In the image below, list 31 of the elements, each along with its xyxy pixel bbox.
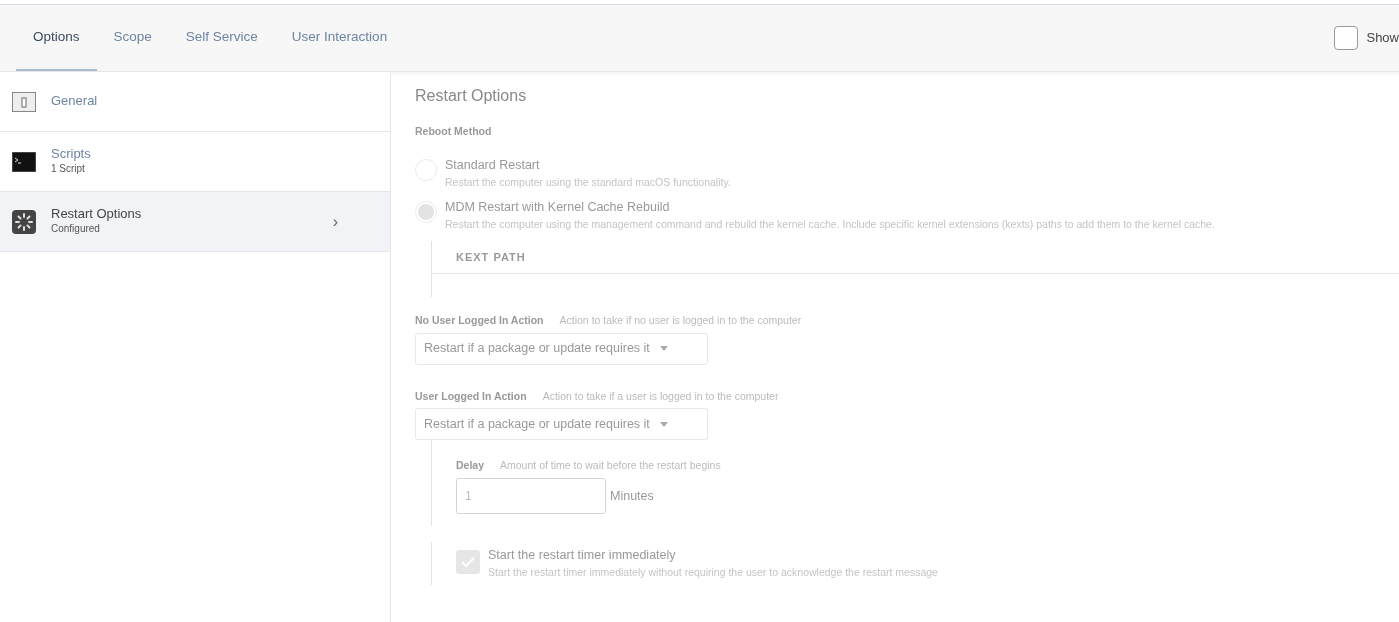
column-header: KEXT PATH xyxy=(432,240,1399,275)
dropdown[interactable]: Restart if a package or update requires it xyxy=(415,408,708,441)
sidebar-item[interactable]: Restart Options Configured › xyxy=(0,192,390,252)
checkbox-description: Start the restart timer immediately without requiring the user to acknowledge the restart message xyxy=(488,564,938,580)
field-label: User Logged In Action xyxy=(415,388,527,404)
unit-label: Minutes xyxy=(610,487,654,505)
field-label: Reboot Method xyxy=(415,124,493,139)
tab[interactable]: User Interaction xyxy=(274,5,405,71)
number-field[interactable]: 1 xyxy=(456,478,606,514)
option-description: Restart the computer using the standard macOS functionality. xyxy=(445,174,731,190)
option-label: MDM Restart with Kernel Cache Rebuild xyxy=(445,199,671,217)
field-label: Delay xyxy=(456,458,485,474)
tab[interactable]: Scope xyxy=(96,5,169,71)
radio-button[interactable] xyxy=(415,201,437,224)
checkbox-label: Show xyxy=(1366,29,1399,48)
switch-icon xyxy=(12,91,36,112)
field-hint: Amount of time to wait before the restart begins xyxy=(500,458,721,474)
tab[interactable]: Self Service xyxy=(168,5,275,71)
terminal-icon xyxy=(12,151,36,172)
field-label: No User Logged In Action xyxy=(415,312,544,328)
checkbox[interactable] xyxy=(1334,26,1359,50)
field-hint: Action to take if a user is logged in to the computer xyxy=(542,388,779,404)
caret-icon xyxy=(659,346,668,351)
option-label: Standard Restart xyxy=(445,156,541,174)
dropdown[interactable]: Restart if a package or update requires it xyxy=(415,332,708,365)
section-title: Restart Options xyxy=(415,86,528,106)
checkbox[interactable] xyxy=(456,550,480,574)
spinner-icon xyxy=(12,209,36,234)
caret-icon xyxy=(659,421,668,427)
checkbox-label: Start the restart timer immediately xyxy=(488,547,677,564)
check-icon xyxy=(461,557,475,567)
